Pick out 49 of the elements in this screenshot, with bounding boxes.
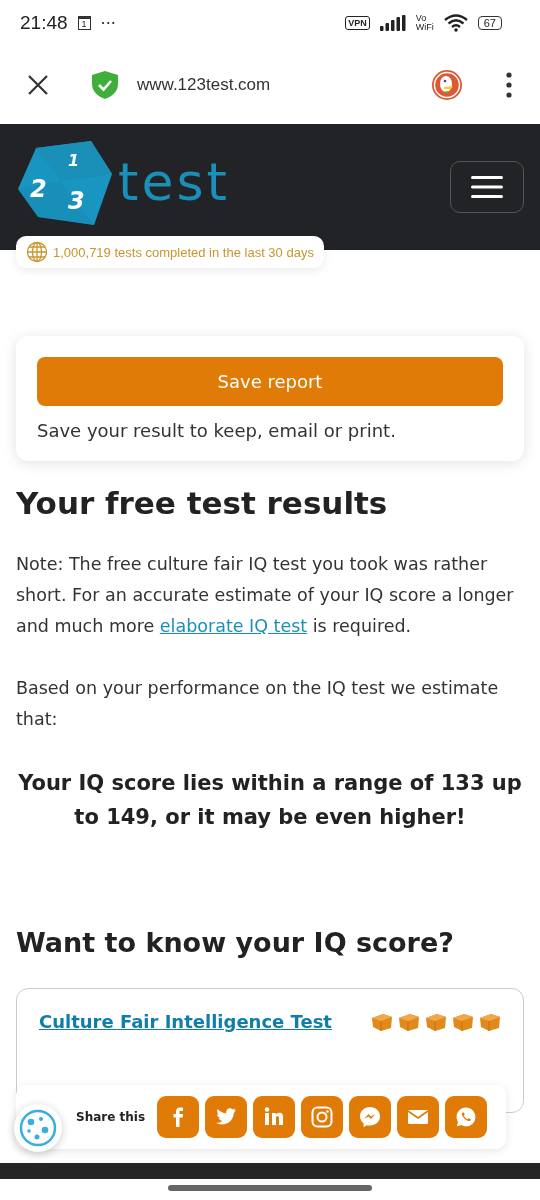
logo-digit: 3 (68, 189, 85, 213)
facebook-icon (172, 1106, 184, 1128)
paragraph: Note: The free culture fair IQ test you took was rather short. For an accurate estimate of your IQ score a longer and much more elaborate IQ test is required. (16, 553, 515, 638)
offer-heading: Want to know your IQ score? (16, 927, 455, 958)
share-twitter-button[interactable] (205, 1096, 248, 1138)
cookie-icon (18, 1108, 58, 1148)
signal-icon (379, 15, 406, 31)
cube-rating-icon (371, 1011, 393, 1032)
vowifi-label: WiFi (415, 23, 434, 32)
close-icon (27, 74, 49, 96)
globe-icon (26, 241, 48, 263)
share-email-button[interactable] (397, 1096, 440, 1138)
vpn-indicator: VPN (345, 16, 370, 30)
tests-count-text: 1,000,719 tests completed in the last 30 days (53, 244, 314, 260)
logo-digit: 1 (68, 150, 80, 172)
logo-digit: 2 (30, 177, 47, 201)
cube-logo-icon (16, 139, 112, 225)
instagram-icon (310, 1105, 335, 1129)
share-facebook-button[interactable] (157, 1096, 200, 1138)
duck-icon (431, 69, 463, 101)
cube-rating-icon (425, 1011, 447, 1032)
share-messenger-button[interactable] (349, 1096, 392, 1138)
share-linkedin-button[interactable] (253, 1096, 296, 1138)
url-text[interactable]: www.123test.com (137, 75, 271, 95)
save-note: Save your result to keep, email or print. (37, 420, 397, 441)
wifi-icon (443, 14, 468, 32)
paragraph: Based on your performance on the IQ test we estimate that: (16, 677, 500, 731)
battery-indicator: 67 (477, 16, 502, 30)
more-options-icon (506, 72, 512, 98)
shield-check-icon (91, 70, 119, 100)
logo-wordmark[interactable]: test (118, 152, 230, 212)
menu-button[interactable] (450, 161, 524, 213)
iq-score-text: Your IQ score lies within a range of 133 up to 149, or it may be even higher! (17, 770, 523, 831)
share-instagram-button[interactable] (301, 1096, 344, 1138)
test-link[interactable]: Culture Fair Intelligence Test (39, 1011, 332, 1032)
cube-rating-icon (479, 1011, 501, 1032)
share-label: Share this (76, 1110, 146, 1124)
save-report-button[interactable]: Save report (37, 357, 503, 406)
elaborate-test-link[interactable]: elaborate IQ test (159, 616, 308, 636)
cube-rating-icon (398, 1011, 420, 1032)
more-notifications: ··· (100, 13, 116, 33)
vowifi-label: Vo (415, 14, 428, 23)
messenger-icon (358, 1105, 383, 1129)
results-heading: Your free test results (16, 485, 389, 521)
clock-time: 21:48 (20, 12, 68, 34)
share-whatsapp-button[interactable] (445, 1096, 488, 1138)
menu-icon (471, 176, 503, 198)
cube-rating-icon (452, 1011, 474, 1032)
calendar-icon: 1 (77, 16, 91, 30)
